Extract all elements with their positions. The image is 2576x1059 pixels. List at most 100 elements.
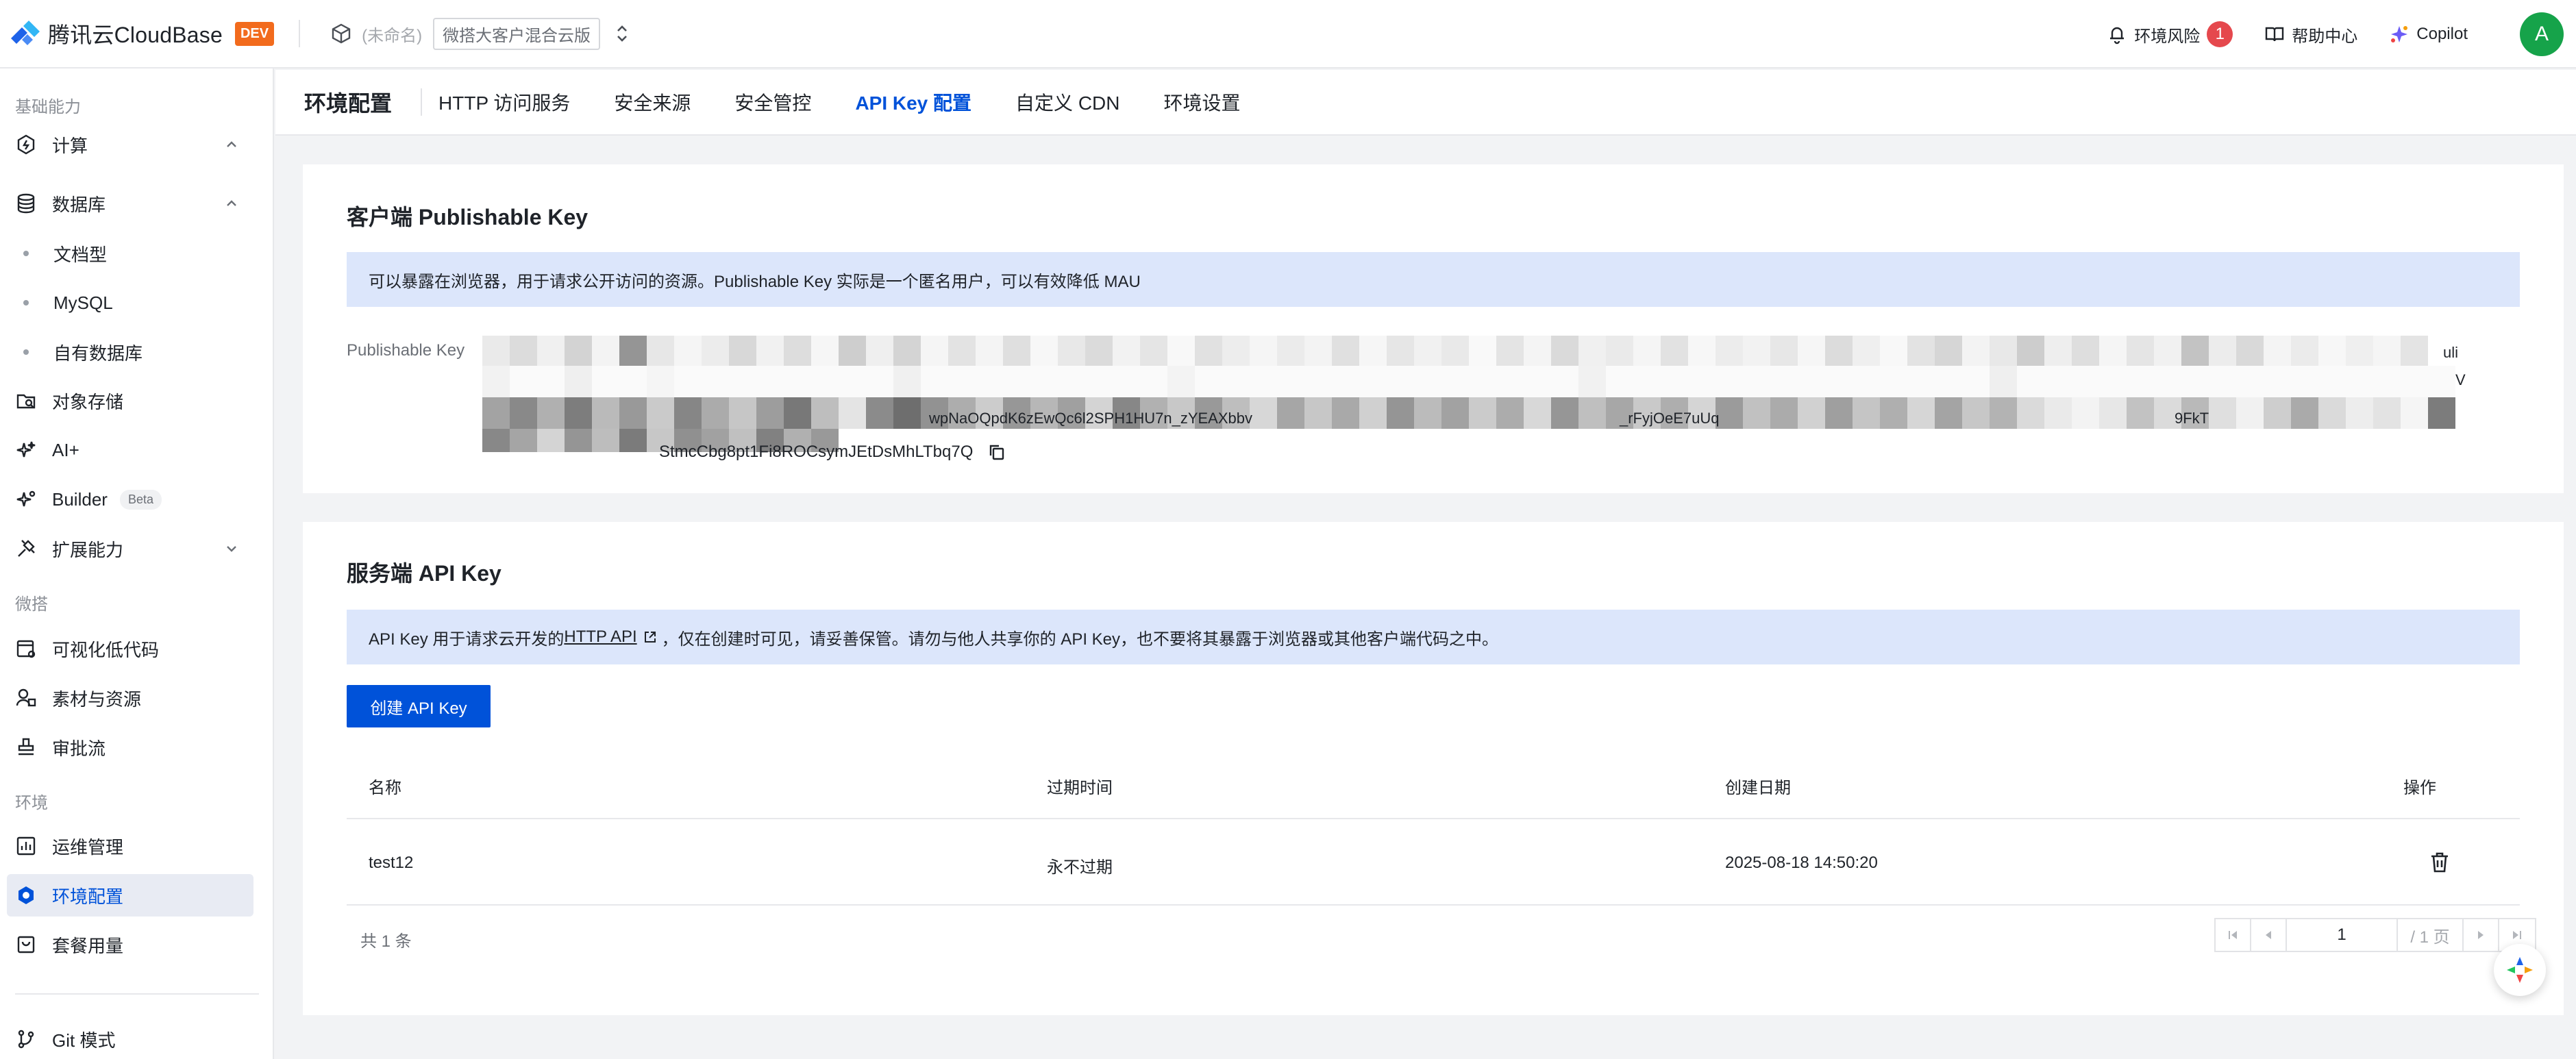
- sidebar-item-lowcode[interactable]: 可视化低代码: [7, 627, 253, 670]
- copilot-button[interactable]: Copilot: [2389, 24, 2468, 45]
- publishable-key-value: StmcCbg8pt1Fi8ROCsymJEtDsMhLTbq7Q: [659, 443, 1006, 462]
- sidebar-item-label: 环境配置: [52, 886, 124, 907]
- package-icon: [17, 936, 35, 954]
- sidebar-item-plan-usage[interactable]: 套餐用量: [7, 923, 253, 966]
- tab-env-settings[interactable]: 环境设置: [1164, 69, 1241, 135]
- env-edition-tag: 微搭大客户混合云版: [433, 17, 601, 50]
- publishable-key-title: 客户端 Publishable Key: [347, 205, 589, 229]
- copilot-label: Copilot: [2416, 25, 2468, 43]
- chevron-down-icon: [227, 546, 236, 552]
- server-api-key-title: 服务端 API Key: [347, 561, 501, 586]
- env-selector[interactable]: (未命名) 微搭大客户混合云版: [330, 17, 632, 50]
- divider: [299, 20, 301, 47]
- publishable-key-card: 客户端 Publishable Key 可以暴露在浏览器，用于请求公开访问的资源…: [303, 164, 2564, 493]
- env-name: (未命名): [362, 26, 423, 45]
- copy-icon[interactable]: [988, 443, 1006, 461]
- assets-icon: [16, 688, 36, 707]
- sidebar-item-label: 审批流: [52, 738, 106, 759]
- up-down-arrows-icon[interactable]: [612, 22, 632, 45]
- first-page-button[interactable]: [2216, 919, 2251, 951]
- first-page-icon: [2229, 931, 2237, 939]
- bullet-dot: [23, 349, 29, 355]
- cell-created: 2025-08-18 14:50:20: [1725, 854, 1878, 872]
- sidebar-section-weida: 微搭: [15, 595, 48, 614]
- sidebar-item-storage[interactable]: 对象存储: [7, 379, 253, 422]
- sidebar-item-label: 套餐用量: [52, 935, 124, 956]
- pagination: / 1 页: [2214, 918, 2536, 952]
- page-number-input[interactable]: [2287, 919, 2398, 951]
- next-page-button[interactable]: [2464, 919, 2499, 951]
- sidebar-item-compute[interactable]: 计算: [7, 123, 253, 166]
- help-center-link[interactable]: 帮助中心: [2264, 23, 2357, 47]
- sidebar-subitem-document[interactable]: 文档型: [7, 233, 253, 274]
- sparkle-icon: [16, 441, 36, 458]
- floating-assistant-button[interactable]: [2494, 944, 2546, 996]
- sidebar: 基础能力 计算 数据库 文档型 MySQL 自有数据库 对象存储 AI+ Bui…: [0, 68, 274, 1059]
- tab-api-key-config[interactable]: API Key 配置: [855, 69, 971, 135]
- beta-badge: Beta: [119, 489, 162, 510]
- assistant-logo-icon: [2507, 957, 2533, 983]
- risk-count-badge: 1: [2207, 21, 2233, 47]
- sidebar-item-label: 扩展能力: [52, 539, 124, 560]
- env-risk-button[interactable]: 环境风险 1: [2107, 21, 2233, 47]
- sidebar-section-env: 环境: [15, 794, 48, 812]
- bullet-dot: [23, 251, 29, 256]
- key-fragment-line2-end: V: [2455, 371, 2466, 388]
- stamp-icon: [18, 738, 34, 756]
- top-right-actions: 环境风险 1 帮助中心 Copilot A: [2107, 0, 2576, 68]
- sidebar-item-label: 可视化低代码: [52, 639, 160, 660]
- sidebar-item-extension[interactable]: 扩展能力: [7, 527, 253, 570]
- sidebar-item-label: 素材与资源: [52, 688, 142, 710]
- prev-page-button[interactable]: [2251, 919, 2287, 951]
- sidebar-item-label: 计算: [52, 135, 88, 156]
- external-link-icon[interactable]: [643, 630, 658, 645]
- tab-custom-cdn[interactable]: 自定义 CDN: [1015, 69, 1119, 135]
- tab-security-source[interactable]: 安全来源: [614, 69, 691, 135]
- storage-folder-icon: [16, 394, 36, 409]
- sidebar-item-ops[interactable]: 运维管理: [7, 825, 253, 867]
- server-api-key-notice: API Key 用于请求云开发的 HTTP API ，仅在创建时可见，请妥善保管…: [347, 610, 2520, 664]
- cell-expire: 永不过期: [1047, 858, 1113, 877]
- divider: [421, 88, 423, 116]
- publishable-key-label: Publishable Key: [347, 341, 465, 360]
- top-bar: 腾讯云CloudBase DEV (未命名) 微搭大客户混合云版 环境风险 1 …: [0, 0, 2576, 68]
- sidebar-item-builder[interactable]: Builder Beta: [7, 478, 253, 521]
- sidebar-subitem-own-db[interactable]: 自有数据库: [7, 332, 253, 373]
- tab-http-access[interactable]: HTTP 访问服务: [438, 69, 570, 135]
- column-header-name: 名称: [369, 779, 401, 797]
- http-api-link[interactable]: HTTP API: [564, 627, 636, 647]
- sidebar-item-assets[interactable]: 素材与资源: [7, 677, 253, 719]
- sidebar-item-label: AI+: [52, 439, 79, 460]
- sidebar-item-env-config[interactable]: 环境配置: [7, 874, 253, 917]
- sidebar-item-approval[interactable]: 审批流: [7, 726, 253, 769]
- tab-security-control[interactable]: 安全管控: [734, 69, 811, 135]
- sidebar-item-label: 对象存储: [52, 391, 124, 412]
- column-header-created: 创建日期: [1725, 779, 1791, 797]
- sidebar-item-database[interactable]: 数据库: [7, 182, 253, 225]
- server-api-key-card: 服务端 API Key API Key 用于请求云开发的 HTTP API ，仅…: [303, 522, 2564, 1015]
- key-fragment-line1-end: uli: [2443, 344, 2458, 361]
- user-avatar[interactable]: A: [2520, 12, 2564, 56]
- brand[interactable]: 腾讯云CloudBase: [10, 18, 223, 49]
- sidebar-item-ai[interactable]: AI+: [7, 429, 253, 471]
- trash-icon[interactable]: [2428, 851, 2451, 874]
- create-api-key-button[interactable]: 创建 API Key: [347, 685, 491, 727]
- sidebar-item-label: Builder: [52, 488, 108, 510]
- notice-text-prefix: API Key 用于请求云开发的: [369, 630, 565, 649]
- page-title: 环境配置: [304, 91, 393, 116]
- sidebar-item-git-mode[interactable]: Git 模式: [7, 1018, 253, 1059]
- builder-sparkle-icon: [16, 490, 36, 507]
- sidebar-subitem-mysql[interactable]: MySQL: [7, 282, 253, 323]
- sidebar-item-label: 运维管理: [52, 836, 124, 858]
- book-icon: [2266, 27, 2284, 42]
- cube-icon: [332, 23, 351, 44]
- help-center-label: 帮助中心: [2292, 27, 2358, 46]
- env-risk-label: 环境风险: [2134, 27, 2201, 46]
- row-divider: [347, 904, 2520, 906]
- api-key-table: 名称 过期时间 创建日期 操作 test12 永不过期 2025-08-18 1…: [347, 755, 2520, 933]
- key-fragment-line3-mid: wpNaOQpdK6zEwQc6l2SPH1HU7n_zYEAXbbv: [928, 410, 1252, 427]
- header-divider: [347, 818, 2520, 819]
- publishable-key-tail: StmcCbg8pt1Fi8ROCsymJEtDsMhLTbq7Q: [659, 443, 974, 461]
- sidebar-subitem-label: 自有数据库: [53, 342, 143, 364]
- brand-text: 腾讯云CloudBase: [48, 23, 223, 47]
